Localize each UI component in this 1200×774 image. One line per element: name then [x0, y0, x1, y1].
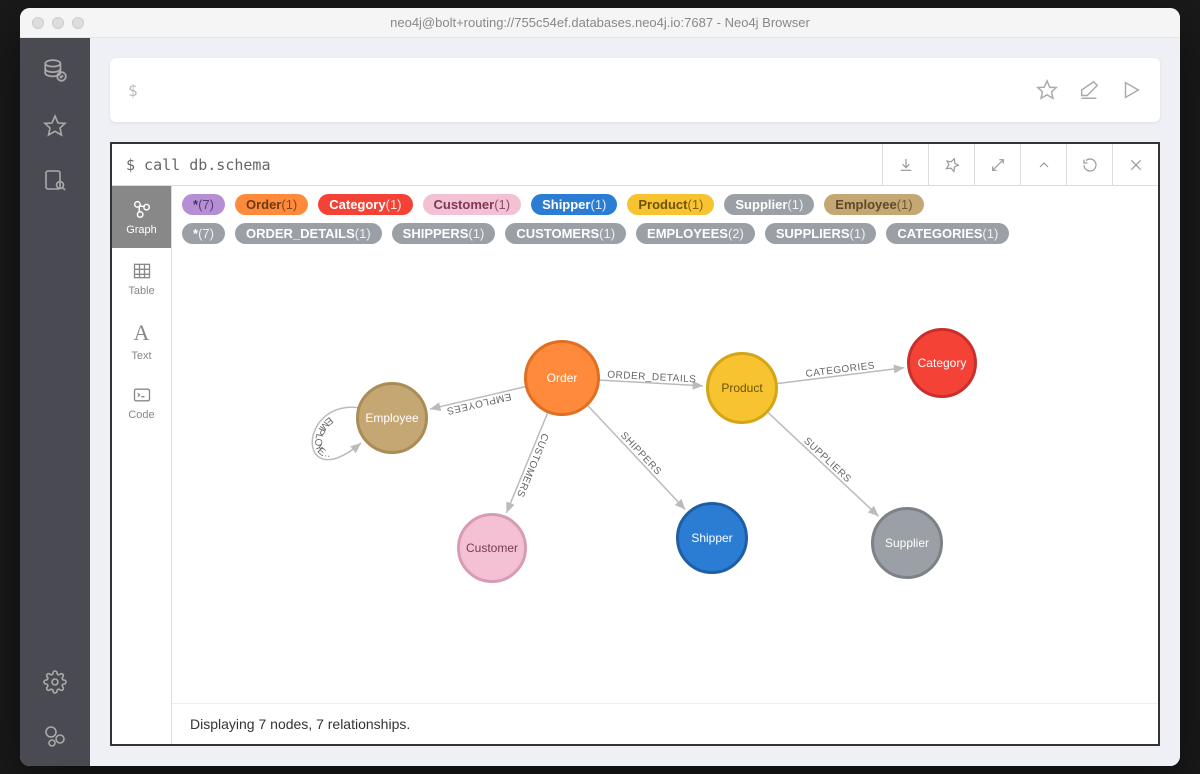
- main-area: $ $ call db.schema: [90, 38, 1180, 766]
- graph-viz[interactable]: EMPLOYEES ORDER_DETAILS CUSTOMERS SHIPPERS S…: [172, 248, 1158, 703]
- node-category[interactable]: Category: [907, 328, 977, 398]
- tab-table-label: Table: [128, 285, 154, 297]
- pill-rows: *(7) Order(1) Category(1) Customer(1) Shippe…: [172, 186, 1158, 248]
- about-icon[interactable]: [43, 724, 67, 748]
- rel-pill-employees[interactable]: EMPLOYEES(2): [636, 223, 755, 244]
- editor-bar[interactable]: $: [110, 58, 1160, 122]
- result-actions: [882, 144, 1158, 185]
- result-header: $ call db.schema: [112, 144, 1158, 186]
- database-icon[interactable]: [42, 58, 68, 84]
- play-icon[interactable]: [1120, 79, 1142, 101]
- window-title: neo4j@bolt+routing://755c54ef.databases.…: [20, 15, 1180, 30]
- tab-graph[interactable]: Graph: [112, 186, 171, 248]
- rel-pill-shippers[interactable]: SHIPPERS(1): [392, 223, 496, 244]
- rel-pill-categories[interactable]: CATEGORIES(1): [886, 223, 1009, 244]
- rel-pill-suppliers[interactable]: SUPPLIERS(1): [765, 223, 877, 244]
- tab-code-label: Code: [128, 409, 154, 421]
- svg-text:SUPPLIERS: SUPPLIERS: [801, 436, 853, 486]
- result-body: Graph Table A Text Code: [112, 186, 1158, 744]
- titlebar: neo4j@bolt+routing://755c54ef.databases.…: [20, 8, 1180, 38]
- node-pill-product[interactable]: Product(1): [627, 194, 714, 215]
- settings-icon[interactable]: [43, 670, 67, 694]
- node-pill-employee[interactable]: Employee(1): [824, 194, 923, 215]
- collapse-icon[interactable]: [1020, 144, 1066, 185]
- svg-text:EMPLOYE…: EMPLOYE…: [312, 414, 335, 460]
- node-shipper[interactable]: Shipper: [676, 502, 748, 574]
- node-product[interactable]: Product: [706, 352, 778, 424]
- rel-pill-order_details[interactable]: ORDER_DETAILS(1): [235, 223, 382, 244]
- node-pill-all[interactable]: *(7): [182, 194, 225, 215]
- node-pill-customer[interactable]: Customer(1): [423, 194, 522, 215]
- favorite-icon[interactable]: [1036, 79, 1058, 101]
- editor-prompt[interactable]: $: [128, 81, 1036, 100]
- pin-icon[interactable]: [928, 144, 974, 185]
- node-customer[interactable]: Customer: [457, 513, 527, 583]
- tablet-search-icon[interactable]: [43, 168, 67, 192]
- svg-text:CUSTOMERS: CUSTOMERS: [514, 431, 550, 498]
- node-pill-category[interactable]: Category(1): [318, 194, 412, 215]
- app-sidebar: [20, 38, 90, 766]
- app-window: neo4j@bolt+routing://755c54ef.databases.…: [20, 8, 1180, 766]
- node-order[interactable]: Order: [524, 340, 600, 416]
- tab-code[interactable]: Code: [112, 372, 171, 434]
- rerun-icon[interactable]: [1066, 144, 1112, 185]
- svg-text:EMPLOYEES: EMPLOYEES: [445, 390, 512, 416]
- svg-text:ORDER_DETAILS: ORDER_DETAILS: [607, 370, 697, 386]
- tab-text[interactable]: A Text: [112, 310, 171, 372]
- relationship-pills-row: *(7) ORDER_DETAILS(1) SHIPPERS(1) CUSTOMERS…: [182, 223, 1148, 244]
- download-icon[interactable]: [882, 144, 928, 185]
- rel-pill-all[interactable]: *(7): [182, 223, 225, 244]
- svg-text:CATEGORIES: CATEGORIES: [805, 360, 876, 380]
- editor-icons: [1036, 79, 1142, 101]
- result-command: $ call db.schema: [112, 156, 882, 174]
- node-pills-row: *(7) Order(1) Category(1) Customer(1) Shippe…: [182, 194, 1148, 215]
- graph-pane: *(7) Order(1) Category(1) Customer(1) Shippe…: [172, 186, 1158, 744]
- erase-icon[interactable]: [1078, 79, 1100, 101]
- svg-text:SHIPPERS: SHIPPERS: [618, 430, 663, 477]
- close-icon[interactable]: [1112, 144, 1158, 185]
- tab-text-label: Text: [131, 350, 151, 362]
- node-supplier[interactable]: Supplier: [871, 507, 943, 579]
- star-icon[interactable]: [43, 114, 67, 138]
- node-pill-shipper[interactable]: Shipper(1): [531, 194, 617, 215]
- result-status: Displaying 7 nodes, 7 relationships.: [172, 703, 1158, 744]
- result-frame: $ call db.schema: [110, 142, 1160, 746]
- tab-table[interactable]: Table: [112, 248, 171, 310]
- node-employee[interactable]: Employee: [356, 382, 428, 454]
- tab-graph-label: Graph: [126, 224, 157, 236]
- node-pill-order[interactable]: Order(1): [235, 194, 308, 215]
- view-tabs: Graph Table A Text Code: [112, 186, 172, 744]
- graph-edges: EMPLOYEES ORDER_DETAILS CUSTOMERS SHIPPERS S…: [172, 248, 1158, 703]
- expand-icon[interactable]: [974, 144, 1020, 185]
- node-pill-supplier[interactable]: Supplier(1): [724, 194, 814, 215]
- rel-pill-customers[interactable]: CUSTOMERS(1): [505, 223, 626, 244]
- window-body: $ $ call db.schema: [20, 38, 1180, 766]
